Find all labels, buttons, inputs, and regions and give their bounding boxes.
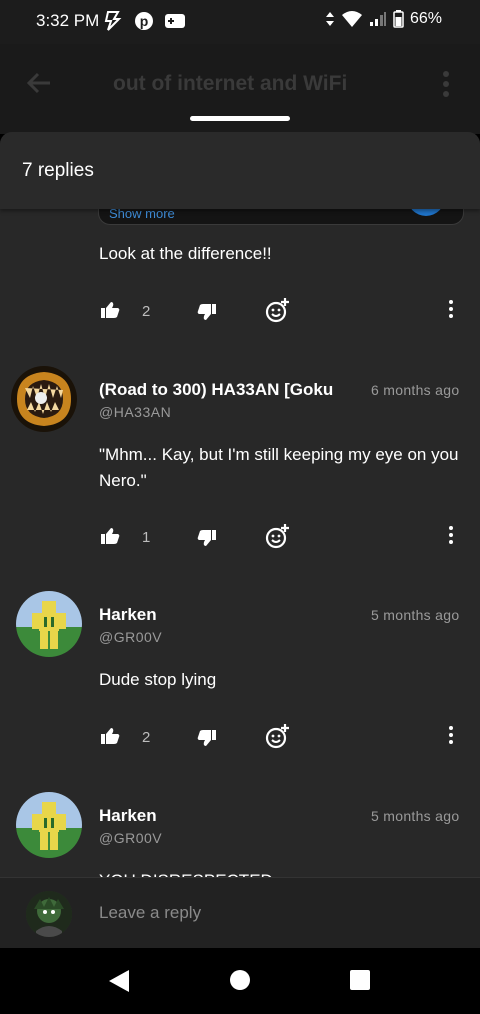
add-reaction-icon bbox=[265, 724, 289, 749]
thumbs-up-icon bbox=[101, 528, 120, 544]
reply-emoji-button[interactable] bbox=[265, 723, 291, 749]
dislike-button[interactable] bbox=[197, 303, 217, 321]
system-nav-bar bbox=[0, 948, 480, 1014]
nav-recents-icon[interactable] bbox=[349, 969, 371, 991]
sheet-drag-handle[interactable] bbox=[190, 116, 290, 121]
back-arrow-icon bbox=[26, 72, 50, 94]
comment-handle[interactable]: @HA33AN bbox=[99, 404, 171, 420]
status-time: 3:32 PM bbox=[36, 11, 100, 30]
comment-timestamp: 6 months ago bbox=[371, 382, 460, 398]
battery-percent: 66% bbox=[409, 10, 442, 27]
reply-input[interactable]: Leave a reply bbox=[99, 903, 201, 923]
reply-emoji-button[interactable] bbox=[265, 297, 291, 323]
status-bar: 3:32 PM p 66% bbox=[0, 0, 480, 44]
comment-actions: 2 bbox=[98, 722, 468, 752]
game-icon bbox=[165, 14, 185, 28]
bolt-icon bbox=[104, 11, 122, 31]
svg-text:p: p bbox=[140, 13, 149, 29]
status-system-icons: 66% bbox=[325, 10, 442, 28]
like-button[interactable] bbox=[100, 301, 120, 319]
comment-text: Look at the difference!! bbox=[99, 244, 272, 263]
more-vert-icon bbox=[443, 71, 449, 97]
thumbs-down-icon bbox=[197, 730, 216, 746]
background-video-title: out of internet and WiFi bbox=[113, 72, 348, 95]
roblox-avatar-image bbox=[16, 591, 82, 657]
thumbs-down-icon bbox=[197, 304, 216, 320]
comment-timestamp: 5 months ago bbox=[371, 808, 460, 824]
nav-home-icon[interactable] bbox=[229, 969, 251, 991]
more-vert-icon bbox=[449, 726, 453, 744]
comment-text: Dude stop lying bbox=[99, 670, 217, 689]
like-count: 2 bbox=[142, 729, 151, 746]
nav-back-icon[interactable] bbox=[108, 969, 130, 993]
comment-actions: 2 bbox=[98, 296, 468, 326]
like-count: 2 bbox=[142, 303, 151, 320]
comment-timestamp: 5 months ago bbox=[371, 607, 460, 623]
comment-options-button[interactable] bbox=[447, 725, 455, 745]
comment-options-button[interactable] bbox=[447, 299, 455, 319]
comment-author[interactable]: Harken bbox=[99, 605, 157, 625]
comment-text: "Mhm... Kay, but I'm still keeping my ey… bbox=[99, 445, 459, 490]
pinterest-icon: p bbox=[135, 12, 153, 30]
avatar[interactable] bbox=[11, 366, 77, 432]
add-reaction-icon bbox=[265, 298, 289, 323]
user-avatar-image bbox=[26, 891, 72, 937]
battery-icon bbox=[393, 10, 404, 28]
like-button[interactable] bbox=[100, 527, 120, 545]
reply-emoji-button[interactable] bbox=[265, 523, 291, 549]
status-notification-icons: p bbox=[102, 10, 186, 32]
comment-options-button[interactable] bbox=[447, 525, 455, 545]
like-count: 1 bbox=[142, 529, 151, 546]
more-vert-icon bbox=[449, 526, 453, 544]
like-button[interactable] bbox=[100, 727, 120, 745]
avatar[interactable] bbox=[16, 792, 82, 858]
thumbs-up-icon bbox=[101, 302, 120, 318]
roblox-avatar-image bbox=[16, 792, 82, 858]
replies-sheet: Show more 7 replies Look at the differen… bbox=[0, 132, 480, 948]
dislike-button[interactable] bbox=[197, 729, 217, 747]
comment-author[interactable]: (Road to 300) HA33AN [Goku bbox=[99, 380, 354, 400]
comment-handle[interactable]: @GR00V bbox=[99, 629, 162, 645]
dislike-button[interactable] bbox=[197, 529, 217, 547]
avatar[interactable] bbox=[16, 591, 82, 657]
wifi-icon bbox=[341, 11, 362, 27]
more-vert-icon bbox=[449, 300, 453, 318]
sheet-header: 7 replies bbox=[0, 132, 480, 209]
signal-icon bbox=[369, 12, 386, 26]
add-reaction-icon bbox=[265, 524, 289, 549]
thumbs-up-icon bbox=[101, 728, 120, 744]
thumbs-down-icon bbox=[197, 530, 216, 546]
reply-input-bar: Leave a reply bbox=[0, 877, 480, 948]
monster-avatar-image bbox=[11, 366, 77, 432]
comment-actions: 1 bbox=[98, 522, 468, 552]
replies-count-title: 7 replies bbox=[22, 160, 94, 181]
comment-author[interactable]: Harken bbox=[99, 806, 157, 826]
comment-handle[interactable]: @GR00V bbox=[99, 830, 162, 846]
user-avatar bbox=[26, 891, 72, 937]
data-arrows-icon bbox=[325, 12, 334, 26]
